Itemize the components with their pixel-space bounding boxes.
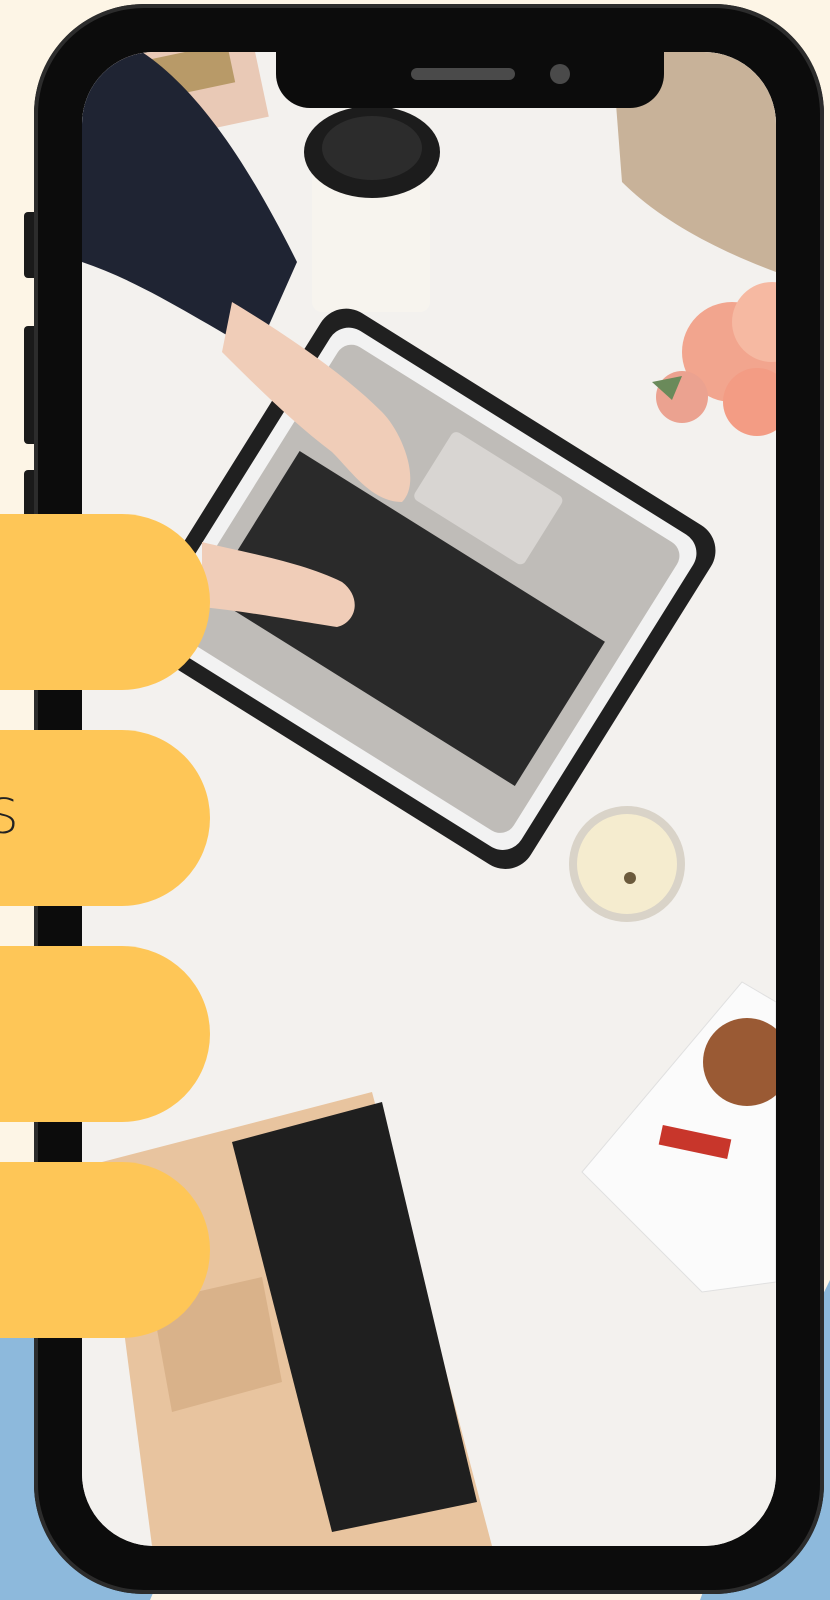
menu-tab-1[interactable] xyxy=(0,514,210,690)
phone-notch xyxy=(276,52,664,108)
front-camera-icon xyxy=(550,64,570,84)
menu-tab-2[interactable]: S xyxy=(0,730,210,906)
menu-tab-2-label: S xyxy=(0,788,20,845)
menu-tab-3[interactable] xyxy=(0,946,210,1122)
coffee-cup-icon xyxy=(304,106,440,312)
speaker-grille xyxy=(411,68,515,80)
candle-icon xyxy=(569,806,685,922)
menu-tab-4[interactable] xyxy=(0,1162,210,1338)
